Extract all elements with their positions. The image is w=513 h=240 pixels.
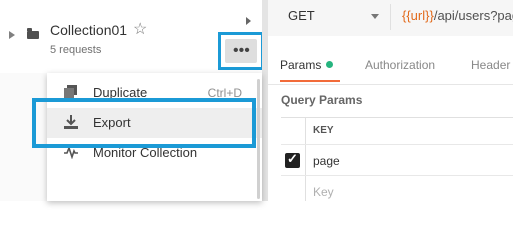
more-actions-button[interactable]: ••• [225, 39, 257, 63]
new-key-field[interactable]: Key [313, 185, 334, 199]
check-icon: ✓ [287, 151, 298, 166]
more-actions-highlight[interactable]: ••• [218, 32, 264, 70]
table-border [281, 117, 513, 118]
url-divider [390, 4, 391, 30]
chevron-down-icon[interactable] [371, 14, 379, 19]
param-key-field[interactable]: page [313, 154, 340, 168]
tab-label: Params [280, 58, 322, 72]
folder-icon [27, 28, 39, 39]
table-column-divider [305, 117, 306, 201]
expand-caret-icon[interactable] [9, 31, 15, 39]
param-enabled-checkbox[interactable]: ✓ [285, 151, 300, 168]
menu-scrollbar[interactable] [257, 79, 260, 199]
tab-params[interactable]: Params [280, 58, 334, 72]
table-row-divider [281, 144, 513, 145]
tab-authorization[interactable]: Authorization [365, 58, 435, 72]
key-column-header: KEY [313, 125, 334, 136]
active-tab-indicator [280, 80, 340, 82]
method-select[interactable]: GET [288, 8, 315, 23]
star-icon[interactable]: ☆ [133, 19, 147, 39]
duplicate-icon [64, 85, 77, 98]
url-input[interactable]: {{url}}/api/users?pag [402, 8, 513, 23]
table-row-divider [281, 175, 513, 176]
export-highlight [32, 98, 256, 148]
tab-headers[interactable]: Header [471, 58, 510, 72]
collection-request-count: 5 requests [50, 44, 102, 56]
request-tabs: Params Authorization Header [268, 44, 513, 84]
collection-name: Collection01 [50, 22, 128, 38]
collapse-arrow-icon[interactable] [246, 17, 251, 25]
url-path: /api/users?pag [433, 8, 513, 23]
url-variable: {{url}} [402, 8, 434, 23]
query-params-title: Query Params [281, 93, 363, 107]
more-dots-icon: ••• [233, 42, 250, 59]
status-dot-icon [326, 61, 334, 68]
tabs-divider [268, 84, 513, 85]
